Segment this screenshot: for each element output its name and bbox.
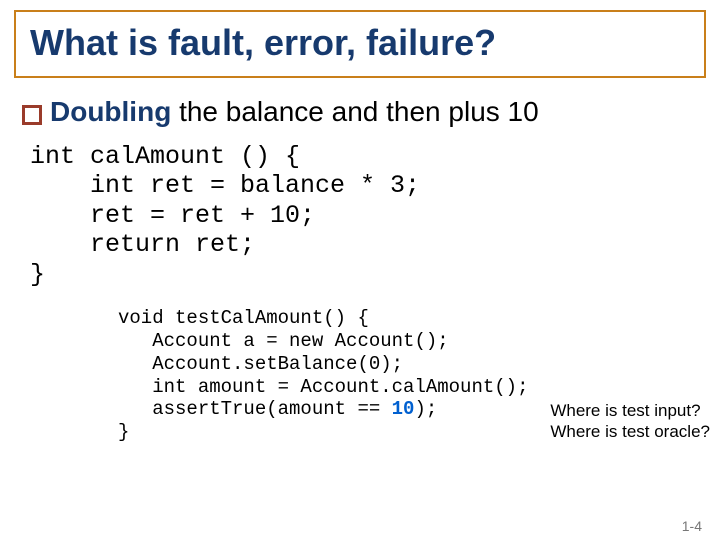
- code-block-main: int calAmount () { int ret = balance * 3…: [30, 142, 720, 290]
- code2-l5b: );: [414, 398, 437, 420]
- annotation-l1: Where is test input?: [550, 400, 710, 421]
- page-number: 1-4: [682, 518, 702, 534]
- bullet-text: Doubling the balance and then plus 10: [50, 96, 539, 128]
- code2-l2: Account a = new Account();: [118, 330, 449, 352]
- title-box: What is fault, error, failure?: [14, 10, 706, 78]
- slide-title: What is fault, error, failure?: [30, 24, 690, 62]
- code2-l6: }: [118, 421, 129, 443]
- bullet-row: Doubling the balance and then plus 10: [22, 96, 698, 128]
- bullet-rest: the balance and then plus 10: [171, 96, 538, 127]
- code1-l1: int calAmount () {: [30, 142, 300, 171]
- code2-l5a: assertTrue(amount ==: [118, 398, 392, 420]
- code1-l2: int ret = balance * 3;: [30, 171, 420, 200]
- annotation-l2: Where is test oracle?: [550, 421, 710, 442]
- code2-l1: void testCalAmount() {: [118, 307, 369, 329]
- code2-num10: 10: [392, 398, 415, 420]
- code1-l3: ret = ret + 10;: [30, 201, 315, 230]
- code2-l3: Account.setBalance(0);: [118, 353, 403, 375]
- code2-l4: int amount = Account.calAmount();: [118, 376, 528, 398]
- hollow-square-bullet-icon: [22, 105, 42, 125]
- annotation: Where is test input? Where is test oracl…: [550, 400, 710, 443]
- code1-l5: }: [30, 260, 45, 289]
- bullet-lead: Doubling: [50, 96, 171, 127]
- code1-l4: return ret;: [30, 230, 255, 259]
